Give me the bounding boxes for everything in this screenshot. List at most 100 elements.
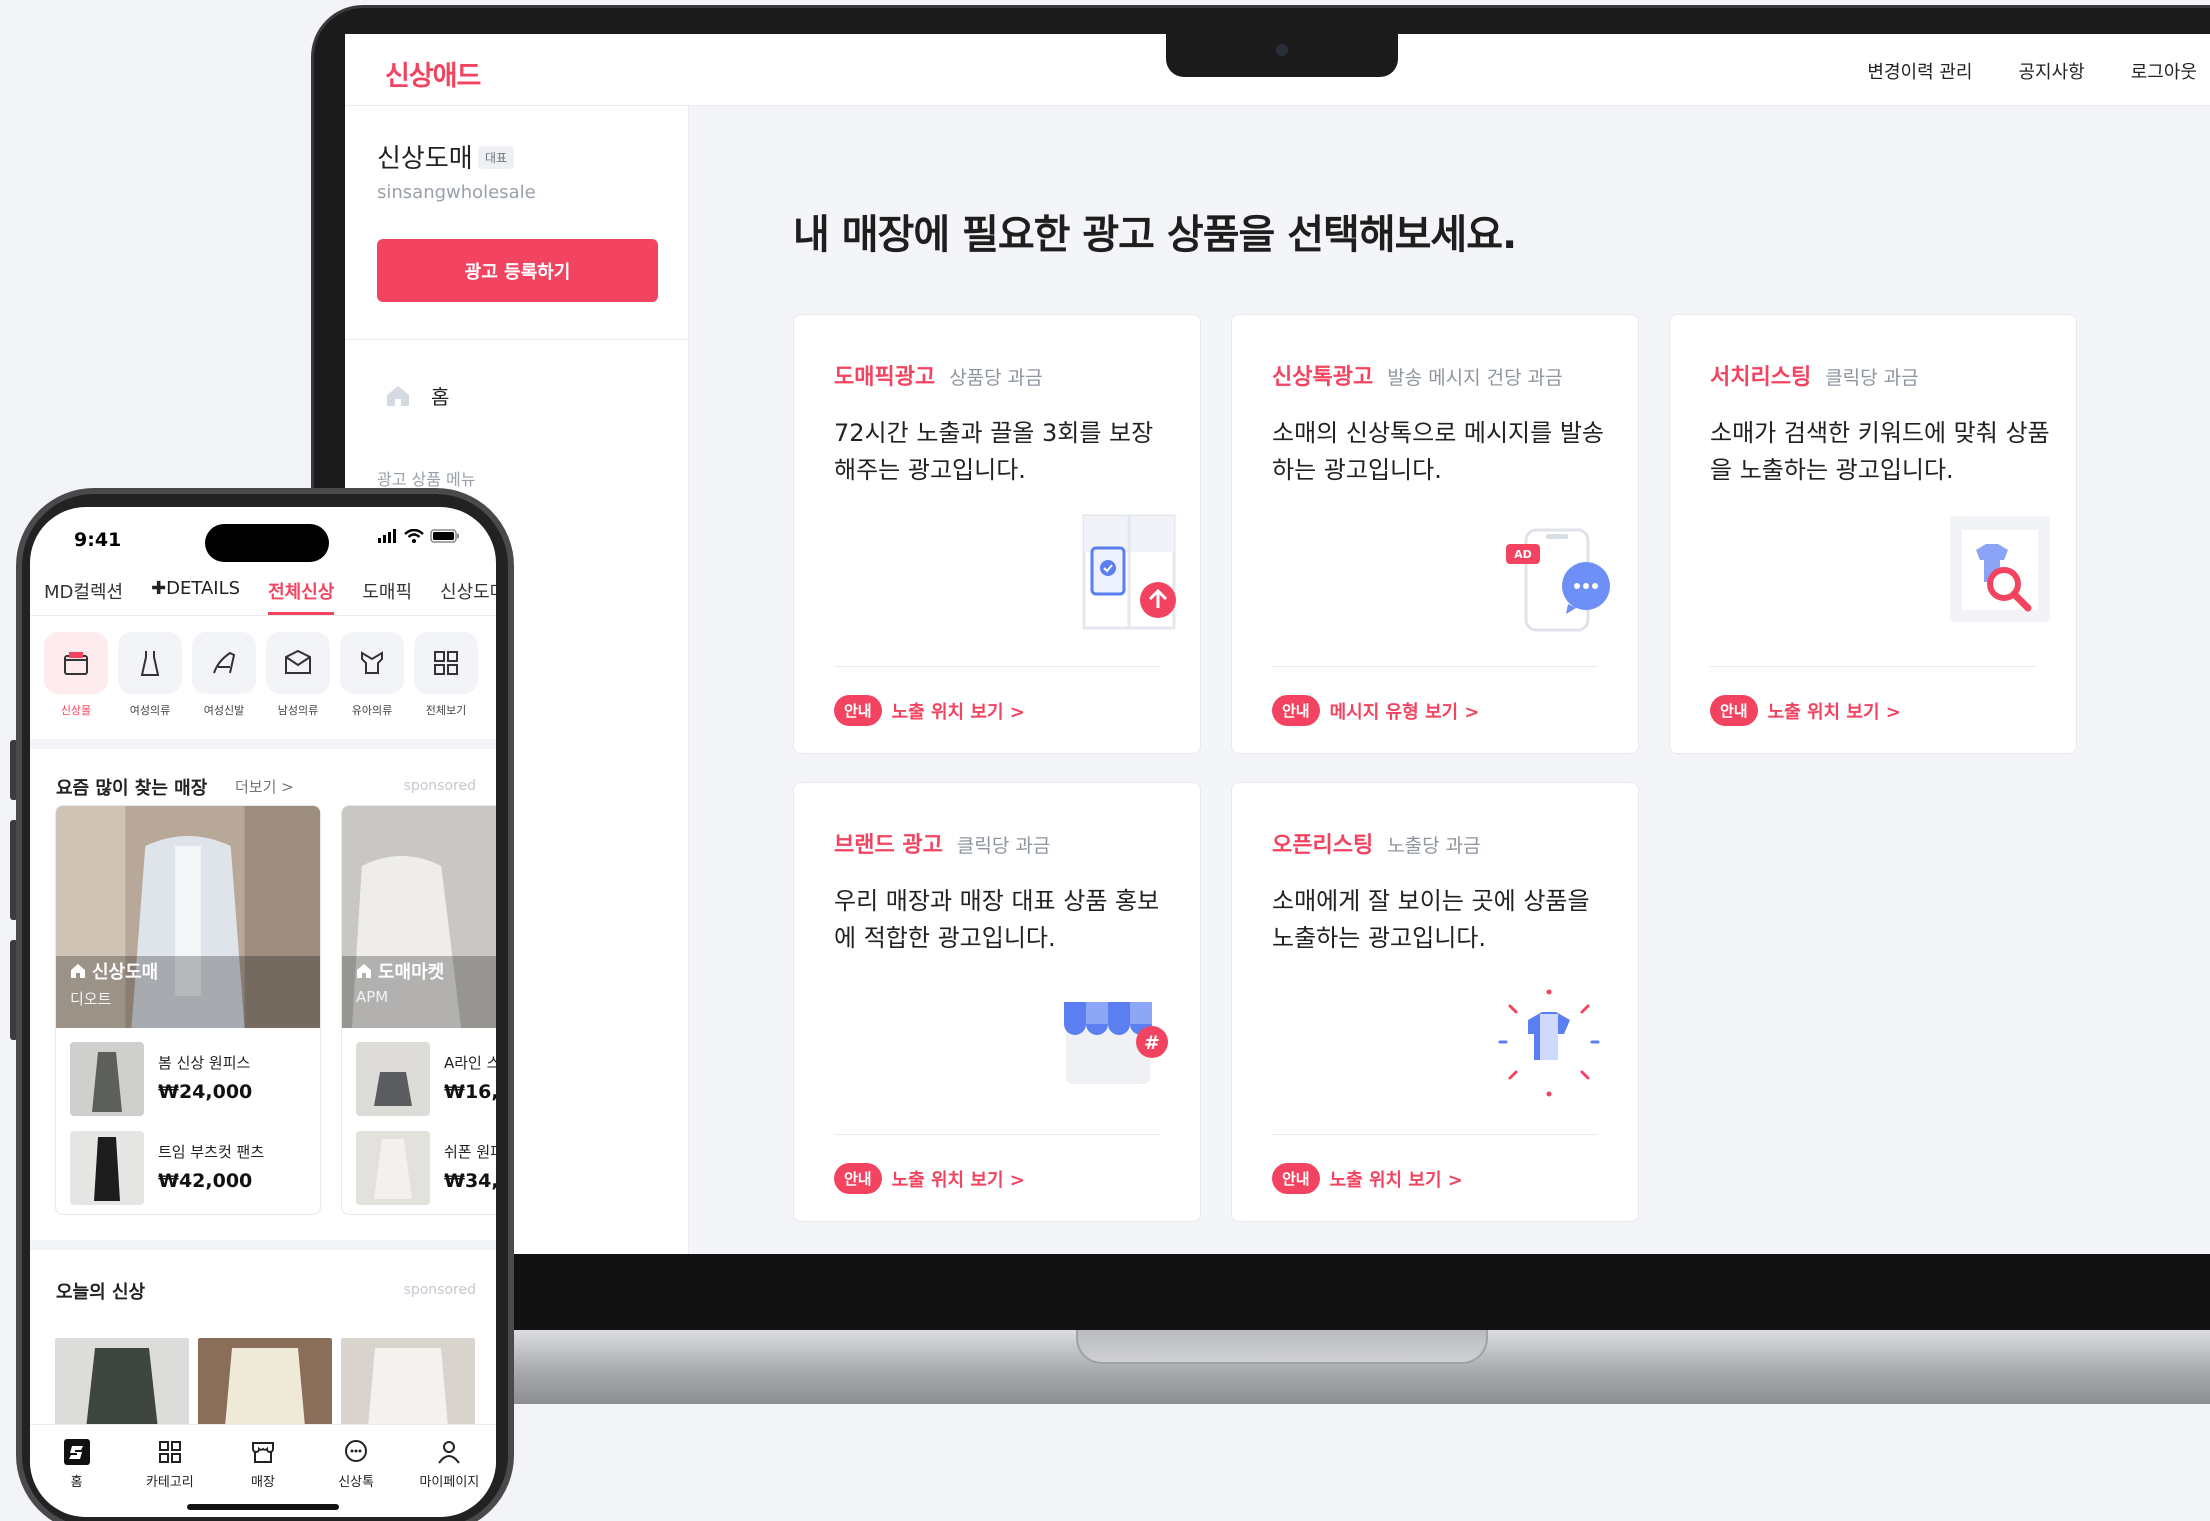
search-illustration-icon — [1950, 516, 2050, 622]
nav-change-history[interactable]: 변경이력 관리 — [1867, 58, 1972, 84]
sidebar-item-label: 홈 — [431, 385, 450, 409]
tab-sinsang-domae[interactable]: 신상도매 — [426, 570, 496, 615]
store-location: APM — [356, 988, 389, 1006]
product-thumbnail — [70, 1131, 144, 1205]
category-item[interactable]: 여성신발 — [192, 632, 256, 718]
ad-card-open-listing[interactable]: 오픈리스팅 노출당 과금 소매에게 잘 보이는 곳에 상품을 노출하는 광고입니… — [1231, 782, 1639, 1222]
store-illustration-icon: # — [1064, 1002, 1168, 1084]
ad-card-name: 신상톡광고 — [1272, 365, 1374, 390]
bottom-nav-label: 매장 — [251, 1475, 275, 1490]
view-placement-link[interactable]: 노출 위치 보기 > — [892, 698, 1025, 724]
category-label: 전체보기 — [425, 704, 467, 717]
store-card[interactable]: 도매마켓 APM A라인 스 ₩16,5 쉬폰 원피 ₩34, — [341, 805, 496, 1215]
ad-card-billing: 노출당 과금 — [1387, 835, 1481, 857]
more-link[interactable]: 더보기 > — [235, 776, 294, 797]
section-title: 요즘 많이 찾는 매장 — [56, 778, 208, 799]
kids-icon — [361, 651, 383, 674]
view-placement-link[interactable]: 노출 위치 보기 > — [1330, 1166, 1463, 1192]
bottom-nav-home[interactable]: 홈 — [31, 1425, 123, 1517]
category-item[interactable]: 여성의류 — [118, 632, 182, 718]
logo[interactable]: 신상애드 — [385, 54, 481, 93]
ad-card-description: 우리 매장과 매장 대표 상품 홍보에 적합한 광고입니다. — [834, 887, 1160, 952]
ad-card-brand[interactable]: 브랜드 광고 클릭당 과금 우리 매장과 매장 대표 상품 홍보에 적합한 광고… — [793, 782, 1201, 1222]
ad-card-billing: 클릭당 과금 — [956, 835, 1051, 857]
product-price: ₩34, — [444, 1170, 496, 1192]
product-row[interactable]: 봄 신상 원피스 ₩24,000 — [70, 1042, 252, 1116]
laptop-hinge-groove — [1076, 1330, 1488, 1364]
product-row[interactable]: 쉬폰 원피 ₩34, — [356, 1131, 496, 1205]
product-thumbnail — [356, 1131, 430, 1205]
bottom-nav-label: 홈 — [70, 1475, 83, 1490]
view-message-types-link[interactable]: 메시지 유형 보기 > — [1330, 698, 1480, 724]
category-item[interactable]: 신상몰 — [44, 632, 108, 718]
store-location: 디오트 — [70, 990, 112, 1008]
section-title: 오늘의 신상 — [56, 1282, 146, 1303]
home-logo-icon — [63, 1439, 90, 1465]
tab-details[interactable]: ✚DETAILS — [137, 570, 254, 615]
ad-card-name: 도매픽광고 — [834, 365, 936, 390]
bottom-nav-mypage[interactable]: 마이페이지 — [403, 1425, 495, 1517]
store-icon — [64, 652, 88, 675]
store-name-overlay: 신상도매 — [70, 958, 158, 984]
info-badge: 안내 — [834, 695, 882, 726]
category-label: 여성신발 — [203, 704, 245, 717]
category-item[interactable]: 유아의류 — [340, 632, 404, 718]
ad-card-name: 오픈리스팅 — [1272, 833, 1374, 858]
camera-notch — [1166, 34, 1398, 77]
product-row[interactable]: 트임 부츠컷 팬츠 ₩42,000 — [70, 1131, 264, 1205]
ad-card-sinsangtalk[interactable]: 신상톡광고 발송 메시지 건당 과금 소매의 신상톡으로 메시지를 발송하는 광… — [1231, 314, 1639, 754]
tab-md-collection[interactable]: MD컬렉션 — [30, 570, 137, 615]
ad-card-search-listing[interactable]: 서치리스팅 클릭당 과금 소매가 검색한 키워드에 맞춰 상품을 노출하는 광고… — [1669, 314, 2077, 754]
laptop-bezel — [311, 1254, 2210, 1330]
grid-icon — [158, 1441, 181, 1463]
card-divider — [834, 666, 1160, 667]
category-label: 여성의류 — [129, 704, 171, 717]
sidebar-item-home[interactable]: 홈 — [385, 381, 449, 410]
ad-card-name: 브랜드 광고 — [834, 833, 943, 858]
dress-icon — [140, 651, 160, 676]
store-name: 도매마켓 — [378, 962, 445, 983]
product-row[interactable]: A라인 스 ₩16,5 — [356, 1042, 496, 1116]
tab-all-new[interactable]: 전체신상 — [254, 570, 348, 615]
ad-card-description: 소매가 검색한 키워드에 맞춰 상품을 노출하는 광고입니다. — [1710, 419, 2050, 484]
product-name: 트임 부츠컷 팬츠 — [158, 1143, 265, 1161]
product-name: 쉬폰 원피 — [444, 1143, 496, 1161]
grid-icon — [434, 651, 458, 675]
new-arrival-thumbnail — [341, 1338, 475, 1438]
sponsored-label: sponsored — [403, 1282, 476, 1298]
store-badge: 대표 — [478, 146, 515, 169]
product-name: A라인 스 — [444, 1054, 496, 1072]
store-id: sinsangwholesale — [377, 182, 536, 203]
category-label: 남성의류 — [277, 704, 319, 717]
card-divider — [1272, 1134, 1598, 1135]
signal-icon — [378, 529, 396, 543]
view-placement-link[interactable]: 노출 위치 보기 > — [892, 1166, 1025, 1192]
product-price: ₩24,000 — [158, 1081, 253, 1103]
view-placement-link[interactable]: 노출 위치 보기 > — [1768, 698, 1901, 724]
status-time: 9:41 — [74, 529, 122, 551]
tab-domaepick[interactable]: 도매픽 — [348, 570, 426, 615]
bottom-nav-label: 카테고리 — [145, 1475, 194, 1490]
ad-card-domaepick[interactable]: 도매픽광고 상품당 과금 72시간 노출과 끌올 3회를 보장해주는 광고입니다… — [793, 314, 1201, 754]
category-label: 유아의류 — [351, 704, 393, 717]
product-thumbnail — [356, 1042, 430, 1116]
category-item[interactable]: 전체보기 — [414, 632, 478, 718]
store-name: 신상도매 — [92, 962, 159, 983]
category-item[interactable]: 남성의류 — [266, 632, 330, 718]
heel-icon — [213, 651, 236, 674]
nav-logout[interactable]: 로그아웃 — [2131, 58, 2197, 84]
ad-register-button[interactable]: 광고 등록하기 — [377, 239, 658, 302]
ad-card-billing: 클릭당 과금 — [1825, 367, 1919, 389]
product-thumbnail — [70, 1042, 144, 1116]
status-icons — [378, 529, 460, 543]
sidebar-divider — [345, 339, 689, 340]
category-row: 신상몰 여성의류 여성신발 남성의류 유아의류 전체보기 — [44, 632, 478, 718]
ad-card-billing: 발송 메시지 건당 과금 — [1387, 367, 1563, 389]
info-badge: 안내 — [1710, 695, 1758, 726]
nav-notice[interactable]: 공지사항 — [2019, 58, 2085, 84]
product-price: ₩42,000 — [158, 1170, 253, 1192]
section-divider — [30, 1240, 496, 1250]
tabs-divider — [30, 615, 496, 616]
home-icon — [357, 964, 371, 978]
store-card[interactable]: 신상도매 디오트 봄 신상 원피스 ₩24,000 트임 부츠컷 팬츠 ₩42,… — [55, 805, 321, 1215]
